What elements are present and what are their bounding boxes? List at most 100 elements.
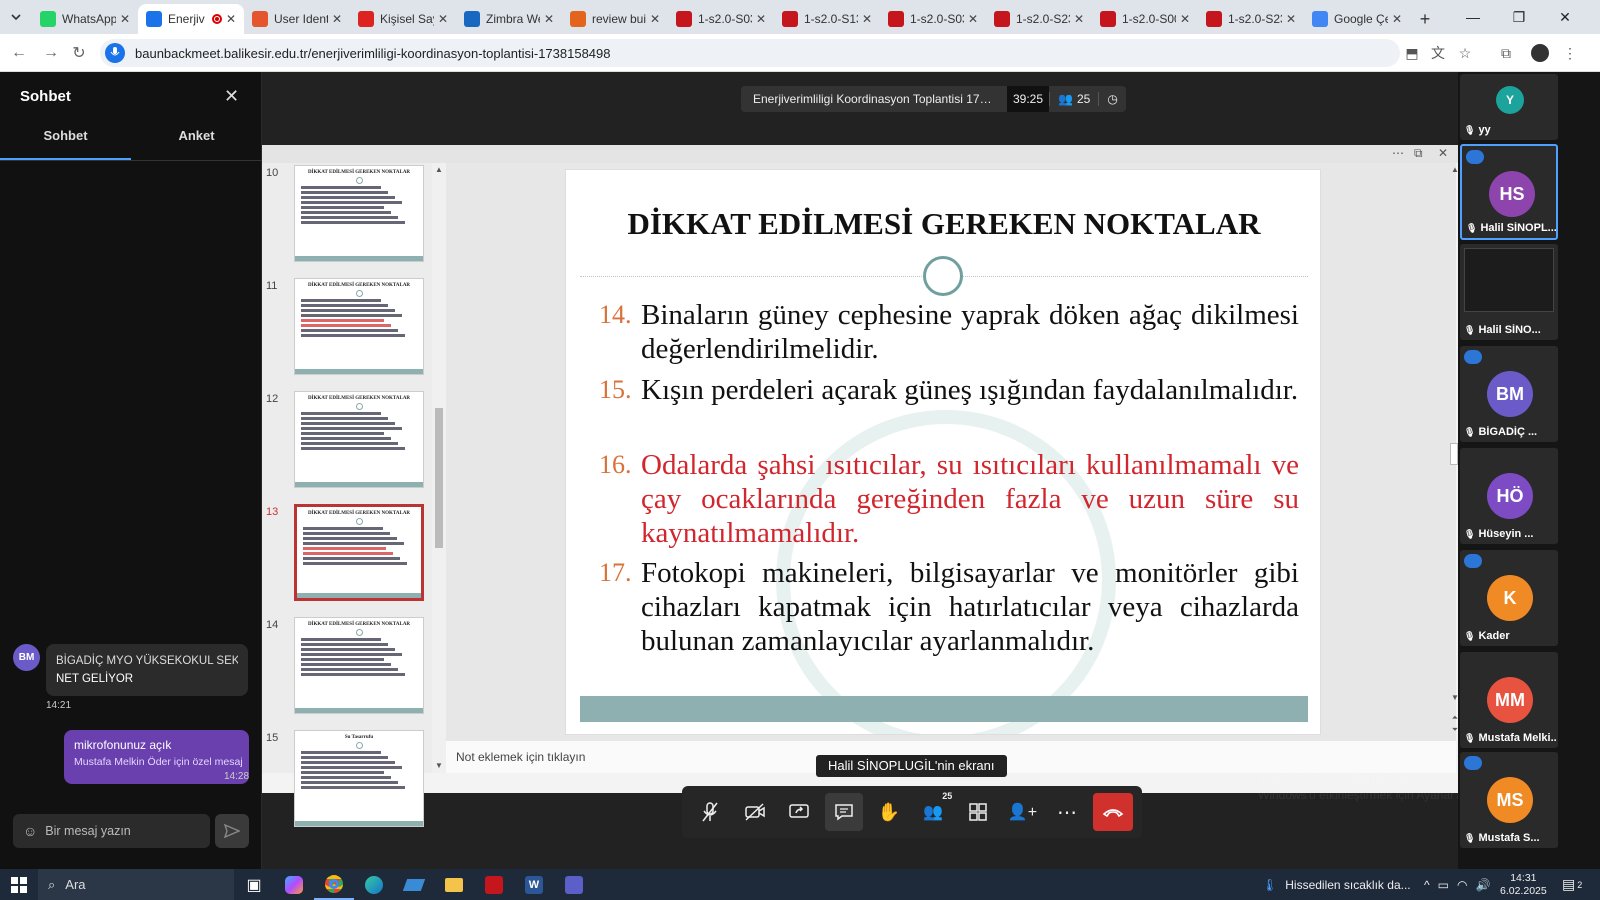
close-tab-icon[interactable]: ✕ bbox=[544, 12, 554, 26]
participants-button[interactable]: 👥 25 bbox=[914, 791, 952, 831]
acrobat-icon[interactable] bbox=[474, 869, 514, 900]
tab-chat[interactable]: Sohbet bbox=[0, 128, 131, 156]
browser-tab[interactable]: 1-s2.0-S23 ✕ bbox=[986, 4, 1092, 34]
slide-thumbnail[interactable]: Su Tasarrufu bbox=[294, 730, 424, 827]
close-tab-icon[interactable]: ✕ bbox=[332, 12, 342, 26]
chrome-icon[interactable] bbox=[314, 869, 354, 900]
participant-count[interactable]: 👥 25 bbox=[1049, 92, 1098, 106]
close-tab-icon[interactable]: ✕ bbox=[226, 12, 236, 26]
browser-tab[interactable]: Kişisel Sayf ✕ bbox=[350, 4, 456, 34]
teams-icon[interactable] bbox=[554, 869, 594, 900]
start-button[interactable] bbox=[0, 869, 38, 900]
close-tab-icon[interactable]: ✕ bbox=[120, 12, 130, 26]
slide-thumbnail[interactable]: DİKKAT EDİLMESİ GEREKEN NOKTALAR bbox=[294, 504, 424, 601]
scroll-up-icon[interactable]: ▲ bbox=[435, 165, 443, 174]
close-chat-icon[interactable]: ✕ bbox=[224, 86, 239, 107]
display-icon[interactable]: ▭ bbox=[1438, 878, 1449, 892]
scrollbar-thumb[interactable] bbox=[435, 408, 443, 548]
browser-tab[interactable]: Zimbra We ✕ bbox=[456, 4, 562, 34]
slide-thumbnail[interactable]: DİKKAT EDİLMESİ GEREKEN NOKTALAR bbox=[294, 391, 424, 488]
close-tab-icon[interactable]: ✕ bbox=[1074, 12, 1084, 26]
browser-tab[interactable]: 1-s2.0-S13 ✕ bbox=[774, 4, 880, 34]
participant-tile[interactable]: BM 🎙 BİGADİÇ ... bbox=[1460, 346, 1558, 442]
browser-tab[interactable]: WhatsApp ✕ bbox=[32, 4, 138, 34]
scrollbar-thumb[interactable] bbox=[1450, 443, 1458, 465]
popout-icon[interactable]: ⧉ bbox=[1414, 146, 1423, 161]
close-tab-icon[interactable]: ✕ bbox=[1286, 12, 1296, 26]
bookmark-star-icon[interactable]: ☆ bbox=[1455, 43, 1475, 63]
more-options-icon[interactable]: ⋯ bbox=[1392, 146, 1404, 160]
share-screen-button[interactable] bbox=[780, 793, 818, 831]
close-tab-icon[interactable]: ✕ bbox=[862, 12, 872, 26]
word-icon[interactable]: W bbox=[514, 869, 554, 900]
site-info-icon[interactable] bbox=[105, 43, 125, 63]
task-view-icon[interactable]: ▣ bbox=[234, 869, 274, 900]
browser-menu-icon[interactable]: ⋮ bbox=[1560, 43, 1580, 63]
close-tab-icon[interactable]: ✕ bbox=[650, 12, 660, 26]
tab-search-button[interactable] bbox=[0, 0, 32, 34]
leave-meeting-button[interactable] bbox=[1092, 793, 1133, 831]
browser-tab[interactable]: Google Çe ✕ bbox=[1304, 4, 1410, 34]
forward-button[interactable]: → bbox=[40, 42, 62, 64]
thumbnail-scrollbar[interactable]: ▲ ▼ bbox=[432, 163, 446, 773]
slide-thumbnail[interactable]: DİKKAT EDİLMESİ GEREKEN NOKTALAR bbox=[294, 165, 424, 262]
send-button[interactable] bbox=[215, 814, 249, 848]
chat-button[interactable] bbox=[825, 793, 864, 831]
slide-thumbnail[interactable]: DİKKAT EDİLMESİ GEREKEN NOKTALAR bbox=[294, 617, 424, 714]
restore-button[interactable]: ❐ bbox=[1496, 0, 1542, 34]
app-icon[interactable] bbox=[394, 869, 434, 900]
close-tab-icon[interactable]: ✕ bbox=[438, 12, 448, 26]
browser-tab[interactable]: Enerjiv ✕ bbox=[138, 4, 244, 34]
browser-tab[interactable]: 1-s2.0-S00 ✕ bbox=[1092, 4, 1198, 34]
invite-button[interactable]: 👤+ bbox=[1003, 793, 1041, 831]
address-bar[interactable]: baunbackmeet.balikesir.edu.tr/enerjiveri… bbox=[100, 39, 1400, 67]
participant-tile[interactable]: MM 🎙 Mustafa Melki... bbox=[1460, 652, 1558, 748]
more-button[interactable]: ⋯ bbox=[1048, 793, 1086, 831]
connection-status-icon[interactable]: ◷ bbox=[1098, 92, 1125, 106]
participant-tile[interactable]: HÖ 🎙 Hüseyin ... bbox=[1460, 448, 1558, 544]
clock[interactable]: 14:31 6.02.2025 bbox=[1500, 869, 1547, 900]
tab-poll[interactable]: Anket bbox=[131, 128, 262, 156]
browser-tab[interactable]: 1-s2.0-S03 ✕ bbox=[668, 4, 774, 34]
participant-tile[interactable]: 🎙 Halil SİNO... bbox=[1460, 244, 1558, 340]
new-tab-button[interactable]: + bbox=[1410, 4, 1440, 34]
chat-message-input[interactable]: ☺ Bir mesaj yazın bbox=[13, 814, 210, 848]
scroll-down-icon[interactable]: ▼ bbox=[435, 761, 443, 770]
close-tab-icon[interactable]: ✕ bbox=[1180, 12, 1190, 26]
layout-button[interactable] bbox=[959, 793, 997, 831]
browser-tab[interactable]: review buil ✕ bbox=[562, 4, 668, 34]
reload-button[interactable]: ↻ bbox=[68, 42, 90, 64]
translate-icon[interactable]: 文 bbox=[1428, 43, 1448, 63]
install-app-icon[interactable]: ⬒ bbox=[1402, 43, 1422, 63]
participant-tile[interactable]: MS 🎙 Mustafa S... bbox=[1460, 752, 1558, 848]
volume-icon[interactable]: 🔊 bbox=[1475, 878, 1490, 892]
participant-tile[interactable]: Y 🎙 yy bbox=[1460, 74, 1558, 140]
participant-tile[interactable]: HS 🎙 Halil SİNOPL... bbox=[1460, 144, 1558, 240]
participant-tile[interactable]: K 🎙 Kader bbox=[1460, 550, 1558, 646]
file-explorer-icon[interactable] bbox=[434, 869, 474, 900]
browser-tab[interactable]: 1-s2.0-S23 ✕ bbox=[1198, 4, 1304, 34]
camera-button[interactable] bbox=[736, 793, 774, 831]
edge-icon[interactable] bbox=[354, 869, 394, 900]
slide-thumbnail[interactable]: DİKKAT EDİLMESİ GEREKEN NOKTALAR bbox=[294, 278, 424, 375]
wifi-icon[interactable]: ◠ bbox=[1457, 878, 1467, 892]
close-tab-icon[interactable]: ✕ bbox=[756, 12, 766, 26]
minimize-button[interactable]: — bbox=[1450, 0, 1496, 34]
browser-tab[interactable]: User Ident ✕ bbox=[244, 4, 350, 34]
back-button[interactable]: ← bbox=[8, 42, 30, 64]
microphone-button[interactable] bbox=[691, 793, 729, 831]
raise-hand-button[interactable]: ✋ bbox=[870, 793, 908, 831]
emoji-icon[interactable]: ☺ bbox=[23, 823, 37, 839]
chevron-up-icon[interactable]: ^ bbox=[1424, 878, 1430, 892]
close-window-button[interactable]: ✕ bbox=[1542, 0, 1588, 34]
browser-tab[interactable]: 1-s2.0-S03 ✕ bbox=[880, 4, 986, 34]
taskbar-search[interactable]: ⌕ Ara bbox=[38, 869, 234, 900]
notification-center-icon[interactable]: ▤ 2 bbox=[1562, 869, 1582, 900]
weather-widget[interactable]: 🌡 Hissedilen sıcaklık da... bbox=[1262, 869, 1411, 900]
copilot-icon[interactable] bbox=[274, 869, 314, 900]
close-tab-icon[interactable]: ✕ bbox=[968, 12, 978, 26]
close-share-icon[interactable]: ✕ bbox=[1438, 146, 1448, 160]
extensions-icon[interactable]: ⧉ bbox=[1496, 43, 1516, 63]
profile-avatar[interactable] bbox=[1530, 43, 1550, 63]
close-tab-icon[interactable]: ✕ bbox=[1392, 12, 1402, 26]
